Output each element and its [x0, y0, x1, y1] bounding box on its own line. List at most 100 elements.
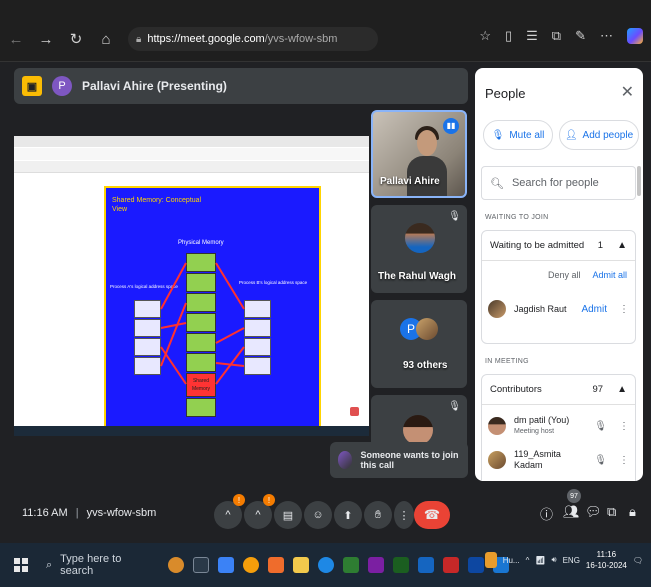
- meeting-time: 11:16 AM: [22, 507, 68, 519]
- search-highlight-icon[interactable]: [168, 557, 184, 573]
- app-icon[interactable]: [343, 557, 359, 573]
- admit-all-button[interactable]: Admit all: [592, 270, 627, 280]
- shared-notification: [350, 407, 359, 416]
- mic-options-button[interactable]: ^ !: [214, 494, 245, 529]
- more-options-button[interactable]: ⋮: [394, 501, 414, 529]
- panel-scrollbar[interactable]: [637, 166, 641, 196]
- contributors-group: Contributors 97 ▲ dm patil (You) Meeting…: [481, 374, 636, 481]
- close-icon[interactable]: ✕: [621, 82, 634, 102]
- phone-hangup-icon: ☎: [423, 507, 441, 522]
- leave-call-button[interactable]: ☎: [414, 501, 450, 529]
- meeting-details-icon[interactable]: ⓘ: [540, 504, 553, 523]
- screen: ← → ↻ ⌂ 🔒︎ https://meet.google.com/yvs-w…: [0, 0, 651, 587]
- participant-avatar: [416, 318, 438, 340]
- home-icon[interactable]: ⌂: [98, 31, 114, 48]
- split-screen-icon[interactable]: ▯: [505, 28, 512, 44]
- participant-tile-presenter[interactable]: ▮▮ Pallavi Ahire: [371, 110, 467, 198]
- join-request-avatar: [338, 451, 353, 469]
- task-view-icon[interactable]: [193, 557, 209, 573]
- participant-tile-others[interactable]: P 93 others: [371, 300, 467, 388]
- raise-hand-button[interactable]: ✋︎: [364, 501, 392, 529]
- edge-icon[interactable]: [318, 557, 334, 573]
- presenter-bar: ▣ P Pallavi Ahire (Presenting): [14, 68, 468, 104]
- outlook-icon[interactable]: [468, 557, 484, 573]
- mic-off-icon: 🎙︎: [448, 211, 461, 222]
- more-icon[interactable]: ⋯: [600, 28, 613, 44]
- language-indicator[interactable]: ENG: [563, 556, 580, 565]
- windows-start-icon[interactable]: [14, 558, 28, 572]
- add-people-label: Add people: [582, 129, 634, 141]
- panel-title: People: [485, 86, 526, 101]
- back-icon[interactable]: ←: [8, 31, 24, 48]
- deny-all-button[interactable]: Deny all: [548, 270, 581, 280]
- present-button[interactable]: ⬆: [334, 501, 362, 529]
- waiting-section-label: WAITING TO JOIN: [485, 214, 549, 221]
- weather-icon[interactable]: [484, 552, 497, 568]
- chevron-up-icon[interactable]: ▲: [617, 240, 627, 251]
- notification-icon[interactable]: 🗨︎: [633, 556, 643, 565]
- copilot-icon[interactable]: [627, 28, 643, 44]
- refresh-icon[interactable]: ↻: [68, 30, 84, 48]
- taskbar-clock[interactable]: 11:16 16-10-2024: [586, 549, 627, 571]
- mic-off-icon: 🎙︎: [594, 454, 607, 466]
- network-icon[interactable]: 📶︎: [535, 556, 545, 565]
- camera-options-button[interactable]: ^ !: [244, 494, 275, 529]
- system-tray: Hu... ^ 📶︎ 🔊︎ ENG 11:16 16-10-2024 🗨︎: [484, 549, 643, 571]
- chat-icon[interactable]: 💬︎: [585, 504, 602, 520]
- reactions-button[interactable]: ☺: [304, 501, 332, 529]
- admit-button[interactable]: Admit: [581, 304, 607, 315]
- warning-badge: !: [233, 494, 245, 506]
- host-controls-icon[interactable]: 🔒︎: [629, 504, 636, 520]
- app-icon[interactable]: [218, 557, 234, 573]
- taskbar-search[interactable]: ⌕ Type here to search: [46, 553, 154, 577]
- excel-icon[interactable]: [393, 557, 409, 573]
- word-icon[interactable]: [418, 557, 434, 573]
- people-icon[interactable]: 👥︎: [563, 504, 580, 520]
- participant-avatar: [405, 223, 435, 253]
- meeting-code: yvs-wfow-sbm: [86, 507, 157, 519]
- app-icon[interactable]: [268, 557, 284, 573]
- collections-icon[interactable]: ⧉: [552, 28, 561, 44]
- favorites-bar-icon[interactable]: ☰: [526, 28, 538, 44]
- contributors-header[interactable]: Contributors 97 ▲: [482, 375, 635, 405]
- favorite-icon[interactable]: ☆: [479, 28, 491, 44]
- more-vert-icon[interactable]: ⋮: [619, 304, 629, 315]
- participant-tile[interactable]: 🎙︎ The Rahul Wagh: [371, 205, 467, 293]
- person-name: dm patil (You): [514, 415, 570, 425]
- volume-icon[interactable]: 🔊︎: [552, 555, 557, 565]
- shared-tab-strip: [14, 136, 369, 147]
- activities-icon[interactable]: ⧉: [607, 504, 616, 520]
- lock-icon[interactable]: 🔒︎: [136, 34, 141, 45]
- tray-app-label[interactable]: Hu...: [503, 556, 520, 565]
- speaking-indicator-icon: ▮▮: [443, 118, 459, 134]
- mute-all-button[interactable]: 🎙︎ Mute all: [483, 120, 553, 150]
- call-controls: 11:16 AM | yvs-wfow-sbm ^ ! ^ ! ▤ ☺ ⬆ ✋︎…: [0, 489, 651, 543]
- meeting-section-label: IN MEETING: [485, 358, 529, 365]
- tray-chevron-icon[interactable]: ^: [526, 556, 530, 565]
- toast-text: Someone wants to join this call: [360, 450, 459, 470]
- participant-name: 93 others: [403, 360, 448, 371]
- more-vert-icon[interactable]: ⋮: [619, 455, 629, 466]
- more-vert-icon: ⋮: [398, 509, 410, 522]
- more-vert-icon[interactable]: ⋮: [619, 421, 629, 432]
- person-name: 119_Asmita Kadam: [514, 449, 561, 470]
- extensions-icon[interactable]: ✎: [575, 28, 586, 44]
- add-people-button[interactable]: 👤︎ Add people: [559, 120, 639, 150]
- present-icon: ⬆: [343, 509, 353, 522]
- waiting-group-header[interactable]: Waiting to be admitted 1 ▲: [482, 231, 635, 261]
- participant-name: The Rahul Wagh: [378, 271, 456, 282]
- chrome-icon[interactable]: [243, 557, 259, 573]
- captions-button[interactable]: ▤: [274, 501, 302, 529]
- forward-icon[interactable]: →: [38, 31, 54, 48]
- shared-screen: Shared Memory: Conceptual View Physical …: [14, 136, 369, 436]
- onenote-icon[interactable]: [368, 557, 384, 573]
- chevron-up-icon[interactable]: ▲: [617, 384, 627, 395]
- file-explorer-icon[interactable]: [293, 557, 309, 573]
- powerpoint-icon[interactable]: [443, 557, 459, 573]
- avatar: [488, 417, 506, 435]
- participant-name: Pallavi Ahire: [380, 176, 440, 187]
- waiting-count: 1: [597, 240, 604, 251]
- address-bar[interactable]: 🔒︎ https://meet.google.com/yvs-wfow-sbm: [128, 27, 378, 51]
- people-search-input[interactable]: 🔍︎ Search for people: [481, 166, 636, 200]
- join-request-toast[interactable]: Someone wants to join this call: [330, 442, 468, 478]
